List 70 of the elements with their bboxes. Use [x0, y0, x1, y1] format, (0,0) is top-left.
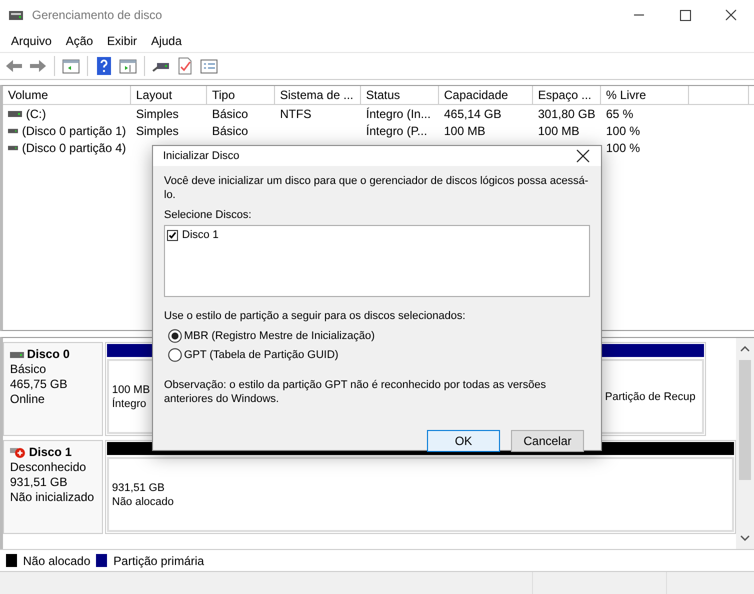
disk-type: Desconhecido — [10, 460, 88, 475]
table-cell: Íntegro (P... — [366, 124, 428, 138]
app-icon — [8, 8, 24, 22]
disk-size: 931,51 GB — [10, 475, 68, 490]
drive-error-icon — [10, 446, 26, 458]
column-header[interactable]: Espaço ... — [533, 86, 601, 104]
radio-label: GPT (Tabela de Partição GUID) — [184, 348, 338, 360]
style-label: Use o estilo de partição a seguir para os discos selecionados: — [164, 309, 466, 323]
drive-icon — [8, 144, 18, 150]
column-header[interactable]: % Livre — [601, 86, 689, 104]
disk-type: Básico — [10, 362, 48, 377]
table-cell: 465,14 GB — [444, 106, 502, 120]
table-cell: Íntegro (In... — [366, 106, 431, 120]
drive-icon — [8, 110, 22, 116]
legend-label: Não alocado — [23, 554, 90, 568]
column-header[interactable]: Layout — [131, 86, 207, 104]
partition-status: Partição de Recup — [605, 390, 696, 404]
dialog-title: Inicializar Disco — [163, 150, 240, 162]
table-cell: 100 MB — [538, 124, 580, 138]
drive-icon — [8, 128, 18, 134]
column-header[interactable]: Status — [361, 86, 439, 104]
window-title: Gerenciamento de disco — [32, 8, 162, 22]
table-cell: 301,80 GB — [538, 106, 596, 120]
dialog-message: Você deve inicializar um disco para que o gerenciador de discos lógicos possa acessá-lo. — [164, 174, 590, 202]
radio-button[interactable] — [168, 348, 182, 362]
disk-state: Online — [10, 392, 46, 407]
table-cell: 100 % — [606, 124, 640, 138]
legend-label: Partição primária — [113, 554, 204, 568]
table-cell: 100 MB — [444, 124, 486, 138]
table-cell: 65 % — [606, 106, 634, 120]
checkbox[interactable] — [167, 230, 178, 240]
partition-size: 100 MB — [112, 382, 150, 396]
table-cell: (Disco 0 partição 1) — [22, 124, 126, 138]
column-header[interactable]: Volume — [3, 86, 131, 104]
column-header[interactable]: Tipo — [207, 86, 275, 104]
table-cell: NTFS — [280, 106, 312, 120]
table-cell: Básico — [212, 106, 248, 120]
disk-name: Disco 0 — [27, 347, 70, 362]
note-text: Observação: o estilo da partição GPT não é reconhecido por todas as versões anteriores do Windows. — [164, 378, 547, 406]
table-cell: 100 % — [606, 140, 640, 154]
disk-label-panel[interactable]: Disco 1 Desconhecido 931,51 GB Não inicializado — [3, 440, 103, 534]
disk-name: Disco 1 — [29, 445, 72, 460]
table-cell: Básico — [212, 124, 248, 138]
column-header[interactable]: Capacidade — [439, 86, 533, 104]
menu-item[interactable]: Arquivo — [4, 34, 59, 48]
column-header[interactable]: Sistema de ... — [275, 86, 361, 104]
partition-box[interactable]: Partição de Recup — [600, 359, 704, 434]
partition-status: Não alocado — [112, 494, 174, 508]
help-icon[interactable] — [94, 56, 114, 76]
disk-label-panel[interactable]: Disco 0 Básico 465,75 GB Online — [3, 342, 103, 436]
disk-state: Não inicializado — [10, 490, 96, 505]
radio-button[interactable] — [168, 328, 182, 342]
menu-item[interactable]: Exibir — [100, 34, 144, 48]
partition-size: 931,51 GB — [112, 480, 165, 494]
disk-size: 465,75 GB — [10, 377, 68, 392]
partition-box[interactable]: 931,51 GB Não alocado — [107, 457, 734, 532]
table-cell: Simples — [136, 124, 179, 138]
table-cell: (Disco 0 partição 4) — [22, 140, 126, 154]
table-cell: Simples — [136, 106, 179, 120]
scrollbar[interactable] — [736, 338, 754, 549]
table-cell: (C:) — [26, 106, 46, 120]
menu-item[interactable]: Ação — [58, 34, 100, 48]
radio-label: MBR (Registro Mestre de Inicialização) — [184, 330, 375, 342]
menu-item[interactable]: Ajuda — [144, 34, 189, 48]
checkbox-label: Disco 1 — [182, 229, 219, 241]
disk-list[interactable]: Disco 1 — [164, 225, 590, 297]
list-label: Selecione Discos: — [164, 208, 252, 222]
ok-button[interactable]: OK — [427, 430, 500, 452]
cancel-button[interactable]: Cancelar — [511, 430, 584, 452]
partition-status: Íntegro — [112, 396, 146, 410]
